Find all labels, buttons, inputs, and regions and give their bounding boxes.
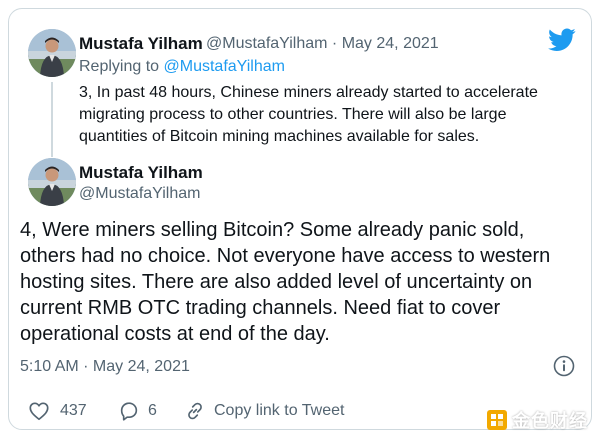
main-tweet-text: 4, Were miners selling Bitcoin? Some alr… <box>20 219 551 345</box>
tweet-meta: @MustafaYilham · May 24, 2021 <box>206 35 439 53</box>
author-handle[interactable]: @MustafaYilham <box>79 185 200 203</box>
replying-to-handle[interactable]: @MustafaYilham <box>164 58 285 75</box>
like-count: 437 <box>60 402 87 419</box>
info-icon[interactable] <box>553 355 575 377</box>
author-name[interactable]: Mustafa Yilham <box>79 163 203 183</box>
watermark-logo-icon <box>487 410 507 430</box>
link-icon <box>188 402 202 420</box>
avatar[interactable] <box>28 158 76 206</box>
reply-tweet-text: 3, In past 48 hours, Chinese miners alre… <box>79 84 538 145</box>
copy-link-button[interactable]: Copy link to Tweet <box>184 400 344 422</box>
copy-link-label: Copy link to Tweet <box>214 402 345 419</box>
watermark: 金色财经 <box>486 408 588 432</box>
author-handle[interactable]: @MustafaYilham <box>206 35 327 52</box>
author-name[interactable]: Mustafa Yilham <box>79 34 203 54</box>
tweet-date[interactable]: May 24, 2021 <box>342 35 439 52</box>
reply-icon <box>120 402 138 421</box>
replying-to: Replying to @MustafaYilham <box>79 58 285 76</box>
reply-button[interactable]: 6 <box>118 400 157 422</box>
tweet-timestamp[interactable]: 5:10 AM · May 24, 2021 <box>20 358 190 376</box>
twitter-bird-icon[interactable] <box>548 28 576 57</box>
thread-connector-line <box>51 82 53 157</box>
watermark-text: 金色财经 <box>512 411 588 431</box>
meta-separator: · <box>331 35 338 52</box>
replying-prefix: Replying to <box>79 58 160 75</box>
like-button[interactable]: 437 <box>28 400 87 422</box>
heart-icon <box>29 402 49 421</box>
avatar[interactable] <box>28 29 76 77</box>
reply-count: 6 <box>148 402 157 419</box>
